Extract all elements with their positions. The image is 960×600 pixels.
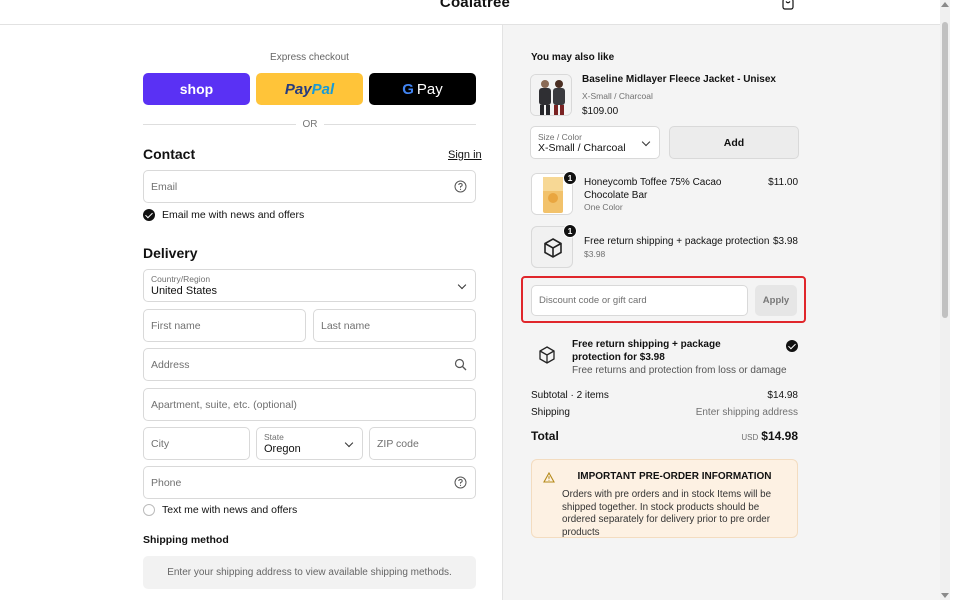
- phone-field[interactable]: Phone: [143, 466, 476, 499]
- protection-checkbox[interactable]: [786, 340, 798, 352]
- jacket-image: [531, 75, 571, 115]
- jacket-thumbnail: [530, 74, 572, 116]
- address-placeholder: Address: [151, 359, 190, 371]
- shipping-method-heading: Shipping method: [143, 534, 229, 546]
- add-upsell-button[interactable]: Add: [669, 126, 799, 159]
- checkout-form: Express checkout shop Pay Pal G Pay OR Con…: [0, 25, 502, 600]
- upsell-product-name[interactable]: Baseline Midlayer Fleece Jacket - Unisex: [582, 74, 776, 85]
- package-protection-icon: [539, 346, 555, 364]
- discount-placeholder: Discount code or gift card: [539, 295, 647, 306]
- newsletter-checkbox[interactable]: [143, 209, 155, 221]
- header: Coalatree: [0, 0, 950, 25]
- chevron-down-icon: [457, 280, 467, 290]
- email-field[interactable]: Email: [143, 170, 476, 203]
- notice-title: IMPORTANT PRE-ORDER INFORMATION: [577, 471, 772, 482]
- upsell-price: $109.00: [582, 106, 619, 117]
- paypal-label-pal: Pal: [311, 80, 335, 98]
- sms-option[interactable]: Text me with news and offers: [143, 504, 297, 516]
- last-name-field[interactable]: Last name: [313, 309, 476, 342]
- preorder-notice: IMPORTANT PRE-ORDER INFORMATION Orders w…: [531, 459, 798, 538]
- cart-item-variant: $3.98: [584, 249, 606, 259]
- quantity-badge: 1: [563, 171, 577, 185]
- protection-description: Free returns and protection from loss or…: [572, 365, 787, 376]
- notice-body: Orders with pre orders and in stock Item…: [562, 489, 772, 538]
- size-color-value: X-Small / Charcoal: [538, 142, 626, 154]
- sign-in-link[interactable]: Sign in: [448, 149, 482, 161]
- order-summary: You may also like Baseline Midlayer Flee…: [502, 25, 940, 600]
- upsell-variant: X-Small / Charcoal: [582, 91, 653, 101]
- state-select[interactable]: State Oregon: [256, 427, 363, 460]
- size-color-select[interactable]: Size / Color X-Small / Charcoal: [530, 126, 660, 159]
- state-label: State: [264, 432, 284, 442]
- sms-label: Text me with news and offers: [162, 504, 298, 516]
- scrollbar-thumb[interactable]: [942, 22, 948, 318]
- country-value: United States: [151, 285, 218, 297]
- shop-pay-button[interactable]: shop: [143, 73, 250, 105]
- search-icon: [454, 358, 467, 371]
- currency-code: USD: [741, 433, 759, 442]
- upsell-heading: You may also like: [531, 52, 615, 63]
- newsletter-option[interactable]: Email me with news and offers: [143, 209, 304, 221]
- page-scrollbar[interactable]: [940, 0, 950, 600]
- delivery-heading: Delivery: [143, 245, 198, 261]
- shop-pay-label: shop: [179, 81, 214, 97]
- paypal-label-pay: Pay: [284, 80, 312, 98]
- shipping-row: Shipping Enter shipping address: [531, 407, 798, 418]
- shopping-bag-icon[interactable]: [781, 0, 795, 10]
- total-value: $14.98: [761, 429, 798, 443]
- help-icon[interactable]: [454, 180, 467, 193]
- contact-heading: Contact: [143, 146, 196, 162]
- protection-title: Free return shipping + package protectio…: [572, 339, 721, 363]
- state-value: Oregon: [264, 443, 301, 455]
- subtotal-row: Subtotal · 2 items $14.98: [531, 390, 798, 401]
- phone-placeholder: Phone: [151, 477, 182, 489]
- google-pay-label: Pay: [416, 80, 443, 98]
- sms-checkbox[interactable]: [143, 504, 155, 516]
- first-name-field[interactable]: First name: [143, 309, 306, 342]
- city-field[interactable]: City: [143, 427, 250, 460]
- cart-item-name: Honeycomb Toffee 75% Cacao Chocolate Bar: [584, 177, 722, 201]
- city-placeholder: City: [151, 438, 170, 450]
- cart-item-price: $11.00: [768, 177, 798, 188]
- newsletter-label: Email me with news and offers: [162, 209, 305, 221]
- zip-field[interactable]: ZIP code: [369, 427, 476, 460]
- total-label: Total: [531, 429, 559, 443]
- or-separator: OR: [296, 119, 324, 130]
- first-name-placeholder: First name: [151, 320, 201, 332]
- email-placeholder: Email: [151, 181, 178, 193]
- apartment-placeholder: Apartment, suite, etc. (optional): [151, 399, 297, 411]
- cart-item-price: $3.98: [772, 236, 798, 247]
- size-color-label: Size / Color: [538, 132, 582, 142]
- apply-discount-button[interactable]: Apply: [755, 285, 797, 316]
- scroll-down-arrow-icon[interactable]: [941, 593, 949, 598]
- shipping-label: Shipping: [531, 407, 570, 418]
- quantity-badge: 1: [563, 224, 577, 238]
- apartment-field[interactable]: Apartment, suite, etc. (optional): [143, 388, 476, 421]
- chevron-down-icon: [641, 137, 651, 147]
- country-select[interactable]: Country/Region United States: [143, 269, 476, 302]
- country-label: Country/Region: [151, 274, 211, 284]
- discount-code-input[interactable]: Discount code or gift card: [531, 285, 748, 316]
- chevron-down-icon: [344, 438, 354, 448]
- zip-placeholder: ZIP code: [377, 438, 419, 450]
- paypal-button[interactable]: Pay Pal: [256, 73, 363, 105]
- shipping-value: Enter shipping address: [695, 407, 798, 418]
- subtotal-label: Subtotal · 2 items: [531, 390, 609, 401]
- last-name-placeholder: Last name: [321, 320, 371, 332]
- address-field[interactable]: Address: [143, 348, 476, 381]
- scroll-up-arrow-icon[interactable]: [941, 2, 949, 7]
- total-row: Total USD $14.98: [531, 429, 798, 443]
- subtotal-value: $14.98: [767, 390, 798, 401]
- store-logo[interactable]: Coalatree: [0, 0, 950, 11]
- google-g-icon: G: [402, 80, 414, 98]
- express-checkout-title: Express checkout: [270, 52, 349, 63]
- shipping-method-info: Enter your shipping address to view avai…: [143, 556, 476, 589]
- google-pay-button[interactable]: G Pay: [369, 73, 476, 105]
- help-icon[interactable]: [454, 476, 467, 489]
- cart-item-variant: One Color: [584, 202, 623, 212]
